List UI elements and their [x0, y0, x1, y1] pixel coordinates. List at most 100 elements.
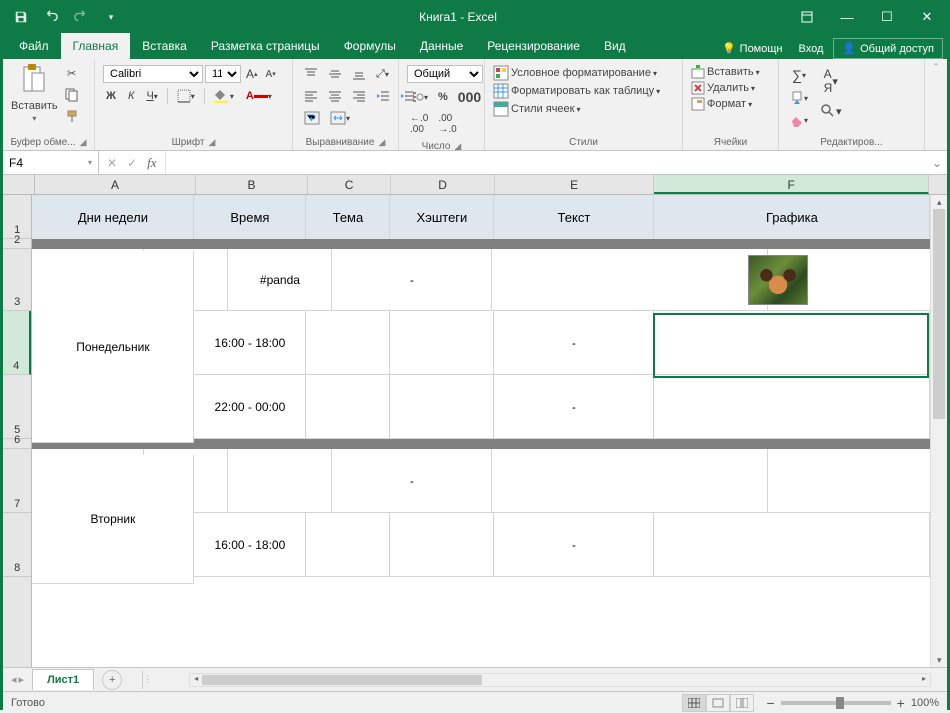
copy-icon[interactable] — [62, 86, 82, 104]
cell-D3[interactable]: #panda — [228, 249, 332, 311]
horizontal-scrollbar[interactable]: ◂ ▸ — [189, 673, 931, 687]
tab-home[interactable]: Главная — [61, 33, 131, 59]
vertical-scrollbar[interactable]: ▴ ▾ — [930, 195, 947, 667]
undo-icon[interactable] — [37, 5, 65, 29]
col-header-C[interactable]: C — [308, 175, 392, 194]
vscroll-thumb[interactable] — [933, 209, 945, 419]
cell-B4[interactable]: 16:00 - 18:00 — [194, 311, 306, 375]
decrease-decimal-icon[interactable]: .00→.0 — [435, 111, 459, 137]
cell-F4[interactable] — [654, 311, 930, 375]
select-all-corner[interactable] — [3, 175, 35, 194]
tab-file[interactable]: Файл — [7, 33, 61, 59]
cell-A1[interactable]: Дни недели — [32, 195, 194, 239]
cut-icon[interactable]: ✂ — [62, 65, 82, 82]
col-header-F[interactable]: F — [654, 175, 929, 194]
wrap-text-icon[interactable] — [301, 109, 323, 127]
format-painter-icon[interactable] — [62, 108, 82, 126]
cell-F1[interactable]: Графика — [654, 195, 930, 239]
conditional-formatting-button[interactable]: Условное форматирование▾ — [493, 65, 657, 81]
tell-me[interactable]: 💡Помощн — [716, 38, 789, 59]
font-size-select[interactable]: 11 — [205, 65, 241, 83]
row-header-7[interactable]: 7 — [3, 449, 31, 513]
tab-formulas[interactable]: Формулы — [332, 33, 408, 59]
align-right-icon[interactable] — [349, 87, 369, 105]
tab-pagelayout[interactable]: Разметка страницы — [199, 33, 332, 59]
redo-icon[interactable] — [67, 5, 95, 29]
tab-insert[interactable]: Вставка — [130, 33, 199, 59]
scroll-right-icon[interactable]: ▸ — [918, 674, 930, 686]
cell-E6[interactable] — [494, 439, 654, 449]
zoom-in-icon[interactable]: + — [897, 695, 905, 711]
align-left-icon[interactable] — [301, 87, 321, 105]
cell-D2[interactable] — [390, 239, 494, 249]
shrink-font-icon[interactable]: A▾ — [263, 67, 279, 82]
accounting-icon[interactable]: ▾ — [407, 88, 431, 106]
cell-E2[interactable] — [494, 239, 654, 249]
sheet-nav-next-icon[interactable]: ▸ — [19, 673, 25, 686]
cell-D5[interactable] — [390, 375, 494, 439]
cell-B5[interactable]: 22:00 - 00:00 — [194, 375, 306, 439]
tab-view[interactable]: Вид — [592, 33, 638, 59]
zoom-thumb[interactable] — [836, 697, 844, 709]
cell-D1[interactable]: Хэштеги — [390, 195, 494, 239]
cell-B2[interactable] — [194, 239, 306, 249]
sheet-nav-prev-icon[interactable]: ◂ — [11, 673, 17, 686]
add-sheet-icon[interactable]: + — [102, 670, 122, 690]
fill-icon[interactable]: ▾ — [787, 89, 811, 107]
paste-dropdown-icon[interactable]: ▾ — [32, 114, 36, 123]
orientation-icon[interactable]: ⤢▾ — [373, 66, 392, 83]
cell-E7[interactable]: - — [332, 449, 492, 513]
format-cells-button[interactable]: Формат▾ — [691, 97, 752, 111]
align-top-icon[interactable] — [301, 65, 321, 83]
cell-F2[interactable] — [654, 239, 930, 249]
font-dialog-icon[interactable]: ◢ — [208, 137, 215, 148]
sheet-tab-1[interactable]: Лист1 — [32, 669, 94, 690]
row-header-3[interactable]: 3 — [3, 249, 31, 311]
autosum-icon[interactable]: ∑▾ — [787, 65, 811, 85]
hscroll-thumb[interactable] — [202, 675, 482, 685]
cell-C8[interactable] — [306, 513, 390, 577]
view-pagebreak-icon[interactable] — [730, 694, 754, 712]
row-header-6[interactable]: 6 — [3, 439, 31, 449]
qat-customize-icon[interactable]: ▾ — [97, 5, 125, 29]
italic-button[interactable]: К — [125, 88, 137, 104]
expand-formula-bar-icon[interactable]: ⌄ — [927, 156, 947, 170]
fill-color-icon[interactable]: ▾ — [211, 87, 237, 105]
cell-A7[interactable]: Вторник — [32, 455, 194, 584]
row-header-1[interactable]: 1 — [3, 195, 31, 239]
align-middle-icon[interactable] — [325, 65, 345, 83]
cell-B1[interactable]: Время — [194, 195, 306, 239]
enter-formula-icon[interactable]: ✓ — [127, 156, 137, 170]
cell-C4[interactable] — [306, 311, 390, 375]
number-format-select[interactable]: Общий — [407, 65, 483, 83]
sort-filter-icon[interactable]: AЯ▾ — [817, 65, 845, 97]
font-color-icon[interactable]: A ▾ — [243, 88, 275, 104]
col-header-B[interactable]: B — [196, 175, 308, 194]
view-normal-icon[interactable] — [682, 694, 706, 712]
zoom-level[interactable]: 100% — [911, 697, 939, 709]
cell-E1[interactable]: Текст — [494, 195, 654, 239]
ribbon-options-icon[interactable] — [787, 3, 827, 31]
align-center-icon[interactable] — [325, 87, 345, 105]
view-pagelayout-icon[interactable] — [706, 694, 730, 712]
cell-C5[interactable] — [306, 375, 390, 439]
col-header-A[interactable]: A — [35, 175, 196, 194]
cell-D7[interactable] — [228, 449, 332, 513]
decrease-indent-icon[interactable] — [373, 87, 393, 105]
increase-decimal-icon[interactable]: ←.0.00 — [407, 111, 431, 137]
cell-E4[interactable]: - — [494, 311, 654, 375]
cell-D4[interactable] — [390, 311, 494, 375]
row-header-4[interactable]: 4 — [3, 311, 31, 375]
sign-in[interactable]: Вход — [793, 39, 830, 59]
maximize-icon[interactable]: ☐ — [867, 3, 907, 31]
cell-D8[interactable] — [390, 513, 494, 577]
format-as-table-button[interactable]: Форматировать как таблицу▾ — [493, 83, 660, 99]
cell-D6[interactable] — [390, 439, 494, 449]
grow-font-icon[interactable]: A▴ — [243, 65, 261, 83]
cell-A3[interactable]: Понедельник — [32, 251, 194, 443]
cell-E3[interactable]: - — [332, 249, 492, 311]
tab-review[interactable]: Рецензирование — [475, 33, 592, 59]
delete-cells-button[interactable]: Удалить▾ — [691, 81, 755, 95]
cell-B8[interactable]: 16:00 - 18:00 — [194, 513, 306, 577]
find-select-icon[interactable]: ▾ — [817, 101, 845, 121]
